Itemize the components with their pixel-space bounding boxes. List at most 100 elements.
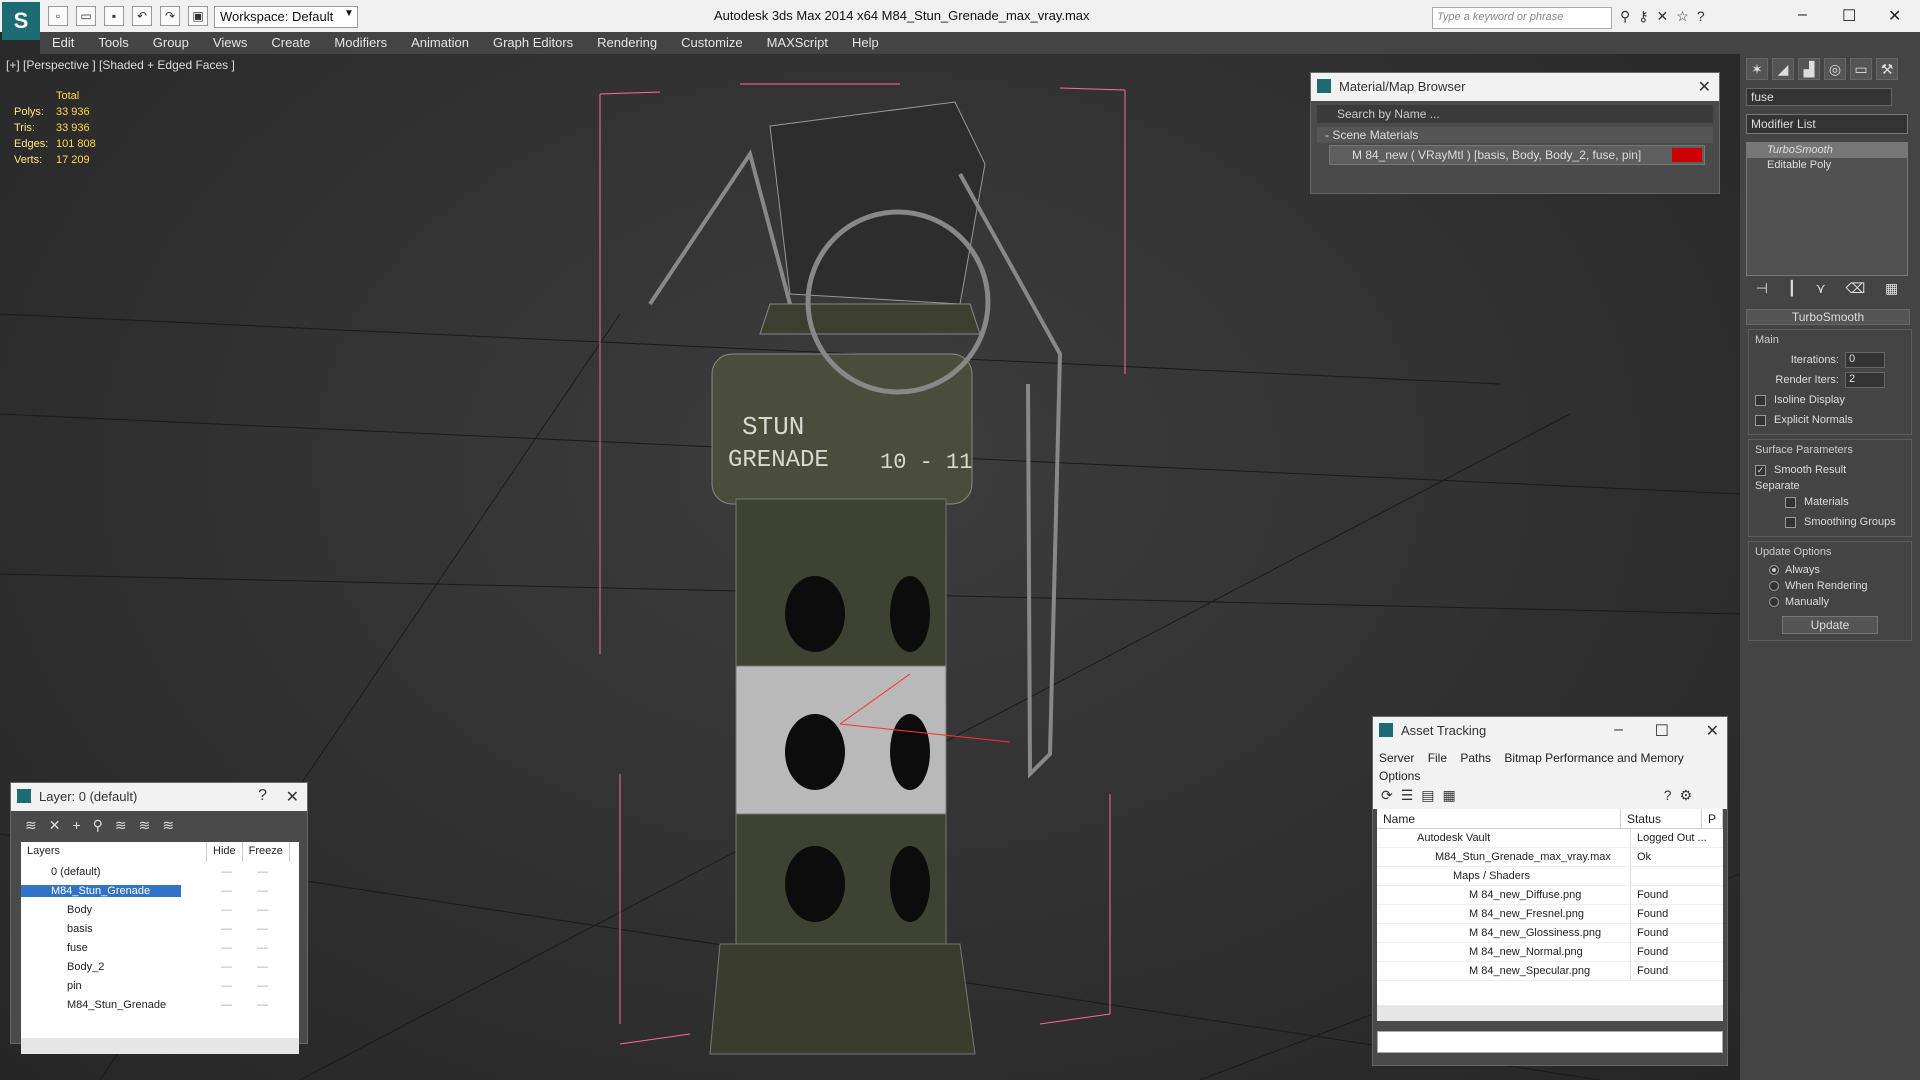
update-button[interactable]: Update	[1782, 616, 1878, 634]
list-item[interactable]: M84_Stun_Grenade — —	[21, 995, 299, 1014]
material-item[interactable]: M 84_new ( VRayMtl ) [basis, Body, Body_…	[1329, 145, 1705, 165]
create-layer-icon[interactable]: ≋	[25, 817, 37, 834]
menu-modifiers[interactable]: Modifiers	[322, 32, 399, 54]
minimize-icon[interactable]: –	[1614, 721, 1623, 739]
col-name[interactable]: Name	[1377, 809, 1621, 828]
horizontal-scrollbar[interactable]	[21, 1038, 299, 1054]
maximize-button[interactable]: ☐	[1842, 6, 1856, 26]
refresh-icon[interactable]: ⟳	[1381, 787, 1393, 805]
undo-icon[interactable]: ↶	[132, 6, 152, 26]
freeze-toggle[interactable]: —	[257, 904, 268, 916]
menu-graph-editors[interactable]: Graph Editors	[481, 32, 585, 54]
binoculars-icon[interactable]: ⚲	[1620, 8, 1630, 25]
make-unique-icon[interactable]: ⋎	[1816, 280, 1826, 297]
new-file-icon[interactable]: ▫	[48, 6, 68, 26]
list-view-icon[interactable]: ☰	[1401, 787, 1414, 805]
save-icon[interactable]: ▪	[104, 6, 124, 26]
menu-animation[interactable]: Animation	[399, 32, 481, 54]
help-icon[interactable]: ?	[1697, 8, 1705, 25]
smoothing-groups-checkbox[interactable]	[1785, 516, 1796, 528]
menu-group[interactable]: Group	[141, 32, 201, 54]
search-input[interactable]: Type a keyword or phrase	[1432, 7, 1612, 29]
table-row[interactable]: Maps / Shaders	[1377, 867, 1723, 886]
materials-checkbox[interactable]	[1785, 496, 1796, 508]
close-icon[interactable]: ✕	[286, 787, 299, 807]
manually-radio[interactable]	[1769, 597, 1779, 607]
table-row[interactable]: M 84_new_Normal.png Found	[1377, 943, 1723, 962]
table-view-icon[interactable]: ▤	[1421, 787, 1434, 805]
list-item[interactable]: M84_Stun_Grenade — —	[21, 881, 299, 900]
highlight-layer-icon[interactable]: ≋	[115, 817, 127, 834]
menu-tools[interactable]: Tools	[86, 32, 140, 54]
material-search-input[interactable]: Search by Name ...	[1317, 105, 1713, 123]
show-end-result-icon[interactable]: ┃	[1788, 280, 1796, 297]
modify-tab-icon[interactable]: ◢	[1772, 58, 1794, 80]
hide-toggle[interactable]: —	[221, 904, 232, 916]
close-icon[interactable]: ✕	[1706, 721, 1719, 741]
list-item[interactable]: Body_2 — —	[21, 957, 299, 976]
redo-icon[interactable]: ↷	[160, 6, 180, 26]
hide-all-icon[interactable]: ≋	[139, 817, 151, 834]
menu-views[interactable]: Views	[201, 32, 259, 54]
help-icon[interactable]: ?	[258, 787, 267, 805]
list-item[interactable]: pin — —	[21, 976, 299, 995]
stack-item-editable-poly[interactable]: Editable Poly	[1747, 158, 1907, 173]
explicit-normals-checkbox[interactable]	[1755, 414, 1766, 426]
menu-maxscript[interactable]: MAXScript	[755, 32, 840, 54]
isoline-checkbox[interactable]	[1755, 394, 1766, 406]
freeze-toggle[interactable]: —	[257, 999, 268, 1011]
menu-customize[interactable]: Customize	[669, 32, 754, 54]
delete-layer-icon[interactable]: ✕	[49, 817, 61, 834]
motion-tab-icon[interactable]: ◎	[1824, 58, 1846, 80]
menu-rendering[interactable]: Rendering	[585, 32, 669, 54]
project-folder-icon[interactable]: ▣	[188, 6, 208, 26]
render-iters-spinner[interactable]: 2	[1845, 372, 1885, 388]
utilities-tab-icon[interactable]: ⚒	[1876, 58, 1898, 80]
add-to-layer-icon[interactable]: +	[72, 817, 80, 834]
pin-stack-icon[interactable]: ⊣	[1756, 280, 1768, 297]
exchange-icon[interactable]: ✕	[1657, 8, 1669, 25]
select-objects-icon[interactable]: ⚲	[93, 817, 103, 834]
viewport-label[interactable]: [+] [Perspective ] [Shaded + Edged Faces…	[6, 58, 235, 72]
list-item[interactable]: fuse — —	[21, 938, 299, 957]
configure-sets-icon[interactable]: ▦	[1885, 280, 1898, 297]
settings-icon[interactable]: ⚙	[1680, 787, 1693, 805]
iterations-spinner[interactable]: 0	[1845, 352, 1885, 368]
asset-path-field[interactable]	[1377, 1031, 1723, 1053]
col-p[interactable]: P	[1702, 809, 1723, 828]
horizontal-scrollbar[interactable]	[1377, 1005, 1723, 1021]
hide-toggle[interactable]: —	[221, 866, 232, 878]
menu-help[interactable]: Help	[840, 32, 891, 54]
modifier-list-dropdown[interactable]: Modifier List	[1746, 114, 1908, 134]
col-freeze[interactable]: Freeze	[243, 842, 290, 862]
hide-toggle[interactable]: —	[221, 999, 232, 1011]
open-file-icon[interactable]: ▭	[76, 6, 96, 26]
hide-toggle[interactable]: —	[221, 942, 232, 954]
list-item[interactable]: basis — —	[21, 919, 299, 938]
hierarchy-tab-icon[interactable]: ▟	[1798, 58, 1820, 80]
hide-toggle[interactable]: —	[221, 923, 232, 935]
list-item[interactable]: 0 (default) — —	[21, 862, 299, 881]
close-button[interactable]: ✕	[1888, 6, 1901, 26]
minimize-button[interactable]: –	[1798, 6, 1807, 24]
col-layers[interactable]: Layers	[21, 842, 207, 862]
help-icon[interactable]: ?	[1664, 787, 1672, 805]
freeze-all-icon[interactable]: ≋	[162, 817, 174, 834]
menu-paths[interactable]: Paths	[1460, 751, 1491, 765]
table-row[interactable]: M 84_new_Diffuse.png Found	[1377, 886, 1723, 905]
freeze-toggle[interactable]: —	[257, 866, 268, 878]
turbosmooth-rollout[interactable]: TurboSmooth	[1746, 309, 1910, 325]
star-icon[interactable]: ☆	[1676, 8, 1689, 25]
menu-options[interactable]: Options	[1379, 769, 1420, 783]
when-rendering-radio[interactable]	[1769, 581, 1779, 591]
object-name-field[interactable]: fuse	[1746, 88, 1892, 106]
workspace-dropdown[interactable]: Workspace: Default	[214, 6, 358, 28]
col-status[interactable]: Status	[1621, 809, 1702, 828]
menu-server[interactable]: Server	[1379, 751, 1414, 765]
app-logo[interactable]: S	[2, 2, 40, 40]
hide-toggle[interactable]: —	[221, 885, 232, 897]
col-hide[interactable]: Hide	[207, 842, 243, 862]
create-tab-icon[interactable]: ✶	[1746, 58, 1768, 80]
close-icon[interactable]: ✕	[1698, 77, 1711, 97]
table-row[interactable]: M 84_new_Fresnel.png Found	[1377, 905, 1723, 924]
